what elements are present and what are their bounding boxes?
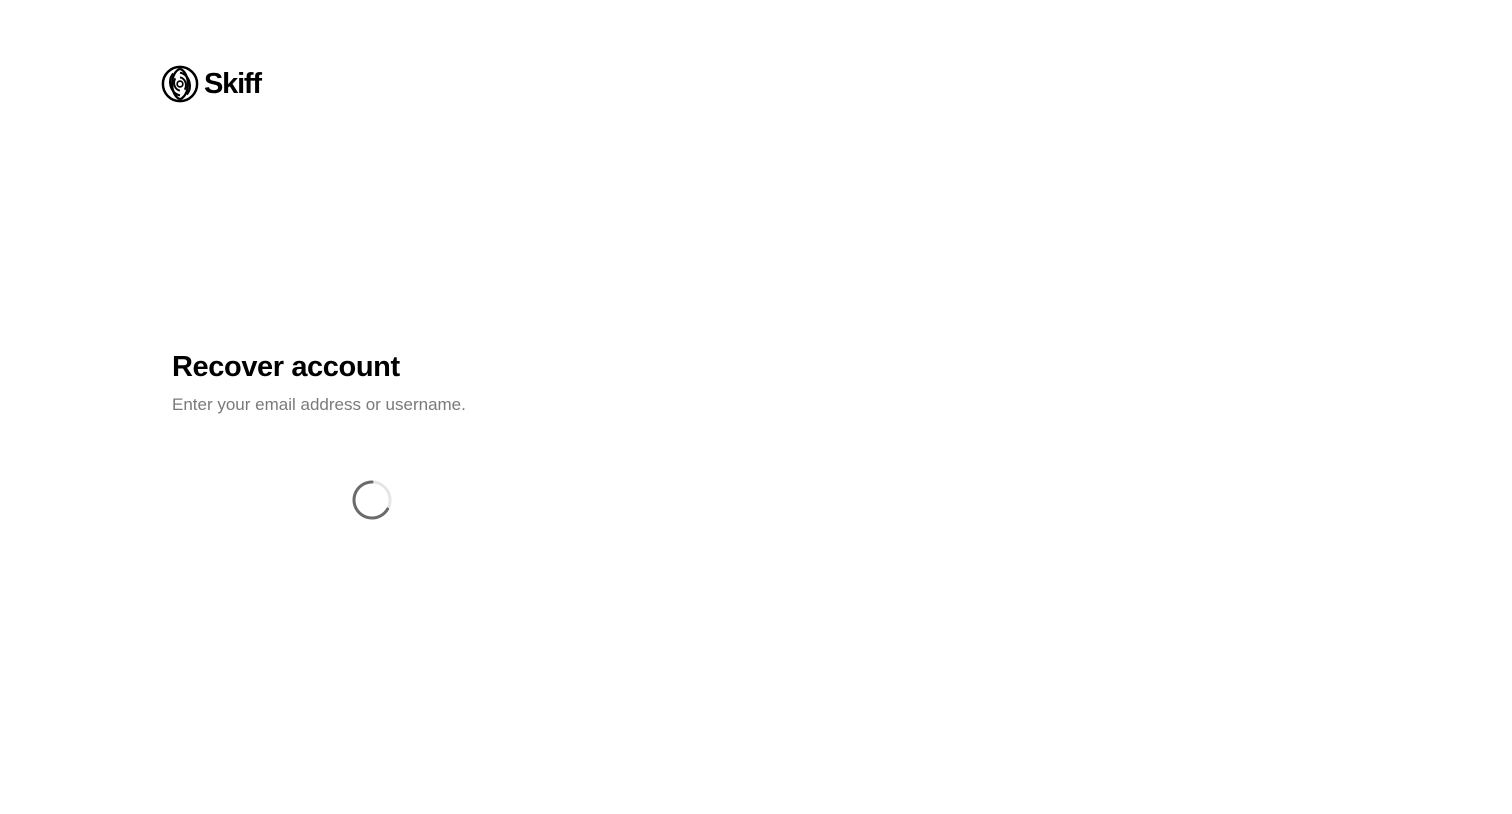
skiff-logo-icon: [161, 65, 199, 103]
page-subtitle: Enter your email address or username.: [172, 395, 466, 414]
loading-spinner-icon: [352, 480, 392, 520]
brand-logo[interactable]: Skiff: [161, 64, 262, 104]
recover-account-page: Skiff Recover account Enter your email a…: [0, 0, 1512, 814]
page-title: Recover account: [172, 351, 400, 383]
recover-account-form: Recover account Enter your email address…: [172, 348, 466, 416]
brand-name: Skiff: [204, 68, 262, 100]
